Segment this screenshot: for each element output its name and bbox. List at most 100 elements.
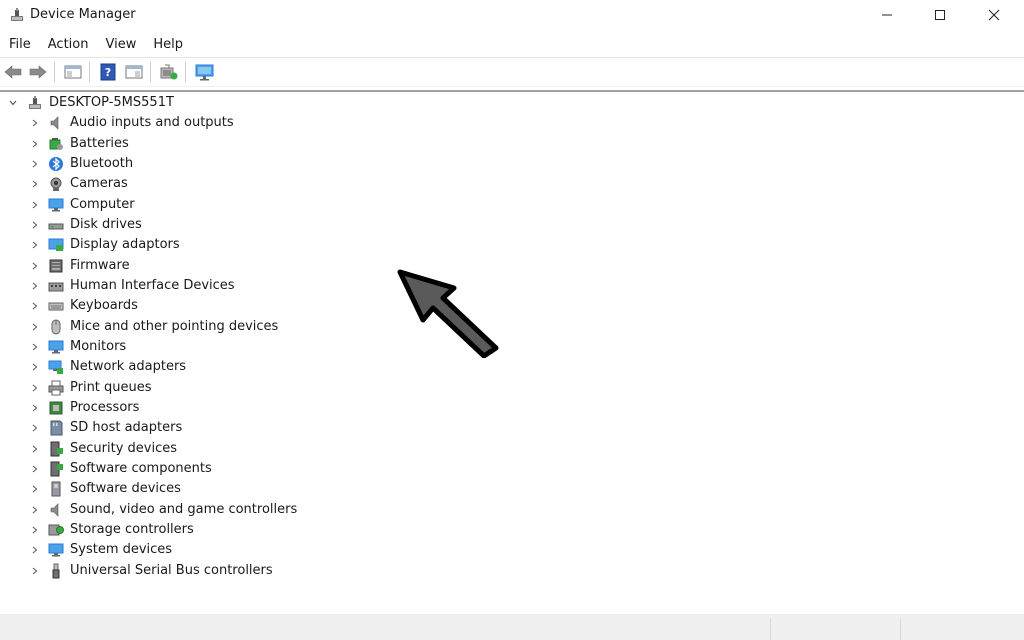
tree-item-label: Universal Serial Bus controllers [70,563,273,578]
expand-chevron[interactable] [30,398,40,418]
collapse-chevron[interactable] [8,93,18,113]
window-title: Device Manager [30,7,136,22]
expand-chevron[interactable] [30,113,40,133]
tree-item[interactable]: System devices [0,540,320,560]
tree-item[interactable]: Audio inputs and outputs [0,113,320,133]
tree-item[interactable]: Universal Serial Bus controllers [0,561,320,581]
tree-item-label: Firmware [70,258,130,273]
tree-item[interactable]: Mice and other pointing devices [0,317,320,337]
menu-file[interactable]: File [0,34,39,56]
chevron-right-icon [32,221,38,229]
expand-chevron[interactable] [30,540,40,560]
tree-item-label: Sound, video and game controllers [70,502,298,517]
monitor-device-icon [195,64,214,81]
expand-chevron[interactable] [30,317,40,337]
tree-item[interactable]: Monitors [0,337,320,357]
chevron-right-icon [32,180,38,188]
menu-help[interactable]: Help [144,34,191,56]
sound-controller-icon [50,503,59,517]
forward-button[interactable] [27,62,49,82]
tree-item[interactable]: Security devices [0,439,320,459]
tree-item-label: Software components [70,461,212,476]
tree-item[interactable]: Firmware [0,256,320,276]
expand-chevron[interactable] [30,276,40,296]
toolbar-divider [0,86,1024,87]
tree-item-label: Network adapters [70,359,187,374]
menu-action[interactable]: Action [39,34,97,56]
expand-chevron[interactable] [30,561,40,581]
tree-item[interactable]: Keyboards [0,296,320,316]
tree-item[interactable]: Bluetooth [0,154,320,174]
expand-chevron[interactable] [30,174,40,194]
tree-item[interactable]: Sound, video and game controllers [0,500,320,520]
expand-chevron[interactable] [30,154,40,174]
expand-chevron[interactable] [30,215,40,235]
close-button[interactable] [971,0,1017,30]
maximize-icon [935,10,945,20]
properties-button[interactable] [123,62,145,82]
add-device-button[interactable] [194,62,216,82]
expand-chevron[interactable] [30,235,40,255]
status-divider [900,618,901,640]
chevron-right-icon [32,241,38,249]
computer-tower-icon [29,96,41,109]
menu-view[interactable]: View [96,34,144,56]
expand-chevron[interactable] [30,439,40,459]
chevron-right-icon [32,445,38,453]
menu-bar: File Action View Help [0,34,191,56]
expand-chevron[interactable] [30,459,40,479]
computer-icon [48,198,64,212]
title-bar[interactable]: Device Manager [0,0,1024,30]
back-arrow-icon [4,65,22,79]
tree-root[interactable]: DESKTOP-5MS551T [0,93,300,113]
expand-chevron[interactable] [30,134,40,154]
monitor-icon [48,340,64,354]
tree-item-label: Display adaptors [70,237,180,252]
chevron-right-icon [32,526,38,534]
tree-item[interactable]: Batteries [0,134,320,154]
scan-hardware-changes-button[interactable] [158,62,180,82]
tree-item-label: Human Interface Devices [70,278,235,293]
expand-chevron[interactable] [30,357,40,377]
tree-item[interactable]: Network adapters [0,357,320,377]
tree-item[interactable]: Cameras [0,174,320,194]
system-device-icon [48,543,64,557]
chevron-right-icon [32,302,38,310]
tree-item[interactable]: Software devices [0,479,320,499]
tree-root-label: DESKTOP-5MS551T [49,95,174,110]
tree-item[interactable]: Display adaptors [0,235,320,255]
show-hide-console-tree-button[interactable] [62,62,84,82]
expand-chevron[interactable] [30,418,40,438]
chevron-right-icon [32,485,38,493]
expand-chevron[interactable] [30,337,40,357]
expand-chevron[interactable] [30,479,40,499]
expand-chevron[interactable] [30,296,40,316]
tree-item[interactable]: SD host adapters [0,418,320,438]
expand-chevron[interactable] [30,378,40,398]
security-device-icon [50,441,63,457]
back-button[interactable] [2,62,24,82]
minimize-button[interactable] [864,0,910,30]
sd-card-icon [50,420,63,436]
mouse-icon [51,319,61,335]
tree-item[interactable]: Storage controllers [0,520,320,540]
expand-chevron[interactable] [30,500,40,520]
hid-icon [48,282,64,292]
tree-item[interactable]: Print queues [0,378,320,398]
camera-icon [50,177,62,191]
expand-chevron[interactable] [30,195,40,215]
expand-chevron[interactable] [30,520,40,540]
tree-item[interactable]: Software components [0,459,320,479]
maximize-button[interactable] [917,0,963,30]
tree-item[interactable]: Disk drives [0,215,320,235]
chevron-right-icon [32,404,38,412]
usb-icon [52,563,60,579]
help-button[interactable]: ? [97,62,119,82]
expand-chevron[interactable] [30,256,40,276]
tree-item[interactable]: Computer [0,195,320,215]
software-component-icon [50,461,63,477]
toolbar-separator [150,62,151,82]
device-tree[interactable]: DESKTOP-5MS551T Audio inputs and outputs… [0,93,1024,613]
tree-item[interactable]: Human Interface Devices [0,276,320,296]
tree-item[interactable]: Processors [0,398,320,418]
